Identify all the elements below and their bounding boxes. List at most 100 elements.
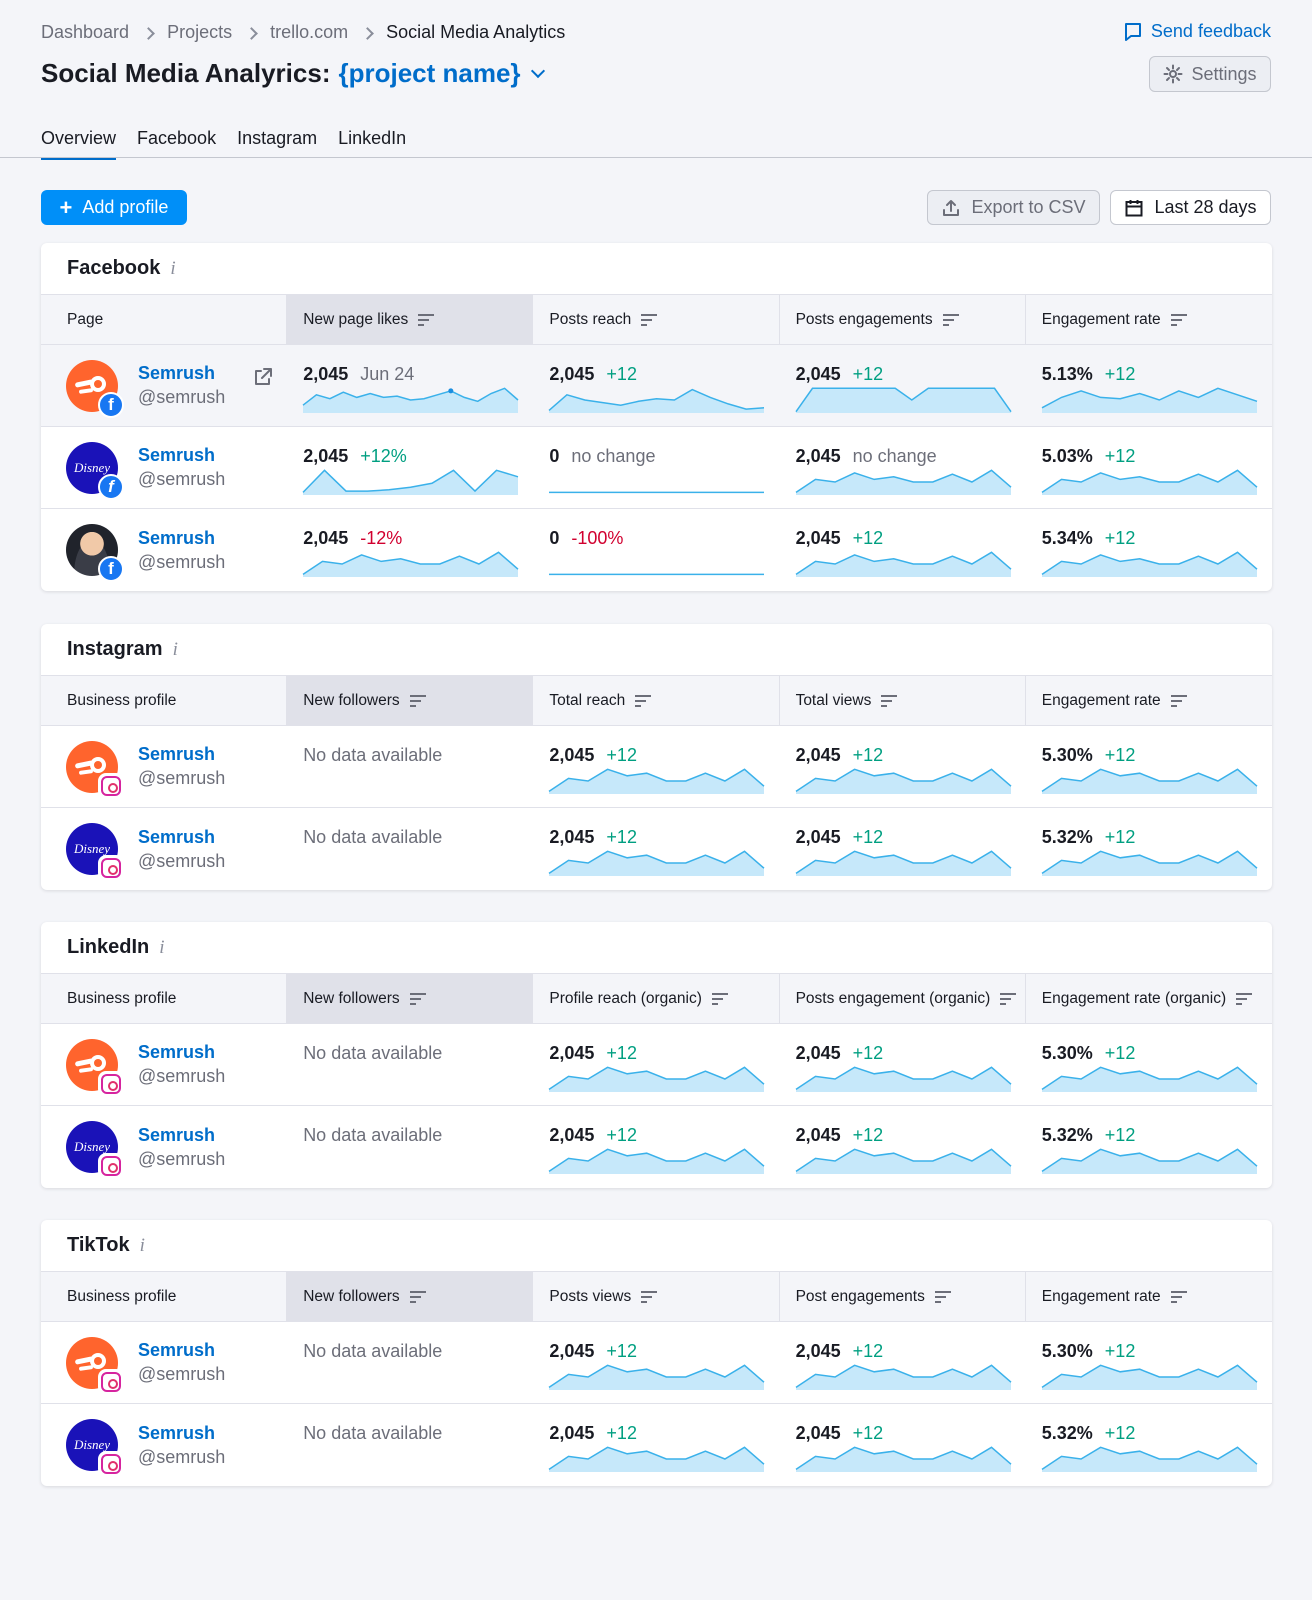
sparkline-chart[interactable]: [795, 850, 1012, 876]
sparkline-chart[interactable]: [548, 1148, 765, 1174]
sparkline-chart[interactable]: [1041, 1148, 1258, 1174]
sparkline-chart[interactable]: [549, 551, 765, 577]
sparkline-chart[interactable]: [1041, 551, 1258, 577]
profile-name-link[interactable]: Semrush: [138, 1125, 225, 1146]
metric-value: 2,045: [795, 446, 841, 466]
breadcrumb-dashboard[interactable]: Dashboard: [41, 22, 129, 43]
column-header[interactable]: Engagement rate: [1026, 295, 1272, 344]
chevron-down-icon[interactable]: [530, 63, 545, 78]
sparkline-chart[interactable]: [548, 768, 765, 794]
metric-value: 5.13%: [1041, 364, 1093, 384]
tab-facebook[interactable]: Facebook: [137, 128, 216, 160]
sparkline-chart[interactable]: [1041, 469, 1258, 495]
sort-icon[interactable]: [1170, 694, 1187, 707]
send-feedback-link[interactable]: Send feedback: [1123, 21, 1271, 42]
column-header[interactable]: New followers: [287, 676, 534, 725]
sort-icon[interactable]: [635, 694, 652, 707]
breadcrumb-projects[interactable]: Projects: [167, 22, 232, 43]
metric-delta: +12: [852, 827, 884, 847]
info-icon[interactable]: i: [173, 639, 178, 661]
column-header[interactable]: New page likes: [287, 295, 534, 344]
tab-linkedin[interactable]: LinkedIn: [338, 128, 406, 160]
sparkline-chart[interactable]: [795, 1446, 1012, 1472]
column-header[interactable]: Profile reach (organic): [533, 974, 780, 1023]
metric-delta: +12: [1104, 1423, 1136, 1443]
external-link-icon[interactable]: [253, 367, 273, 387]
sort-icon[interactable]: [409, 992, 426, 1005]
sparkline-chart[interactable]: [794, 387, 1012, 413]
sparkline-chart[interactable]: [548, 1364, 765, 1390]
sort-icon[interactable]: [1236, 992, 1253, 1005]
sort-icon[interactable]: [1170, 313, 1187, 326]
column-header[interactable]: Total reach: [533, 676, 780, 725]
sparkline-chart[interactable]: [548, 387, 765, 413]
profile-cell: Semrush @semrush: [41, 1322, 287, 1403]
date-range-button[interactable]: Last 28 days: [1110, 190, 1271, 225]
sort-icon[interactable]: [409, 694, 426, 707]
sparkline-chart[interactable]: [549, 469, 765, 495]
profile-name-link[interactable]: Semrush: [138, 827, 225, 848]
sparkline-chart[interactable]: [1041, 1066, 1258, 1092]
profile-name-link[interactable]: Semrush: [138, 1340, 225, 1361]
sparkline-marker[interactable]: [448, 388, 454, 394]
profile-name-link[interactable]: Semrush: [138, 744, 225, 765]
sort-icon[interactable]: [1000, 992, 1017, 1005]
sparkline-chart[interactable]: [302, 551, 519, 577]
sort-icon[interactable]: [711, 992, 728, 1005]
project-selector[interactable]: {project name}: [338, 58, 520, 89]
column-header[interactable]: Posts engagements: [780, 295, 1026, 344]
column-header[interactable]: Total views: [780, 676, 1026, 725]
sparkline-chart[interactable]: [795, 469, 1012, 495]
column-header[interactable]: Engagement rate (organic): [1026, 974, 1272, 1023]
column-header[interactable]: Posts views: [533, 1272, 780, 1321]
info-icon[interactable]: i: [140, 1235, 145, 1257]
sparkline-chart[interactable]: [795, 1364, 1012, 1390]
column-header[interactable]: Engagement rate: [1026, 1272, 1272, 1321]
column-header[interactable]: Posts reach: [533, 295, 780, 344]
info-icon[interactable]: i: [170, 258, 175, 280]
sort-icon[interactable]: [418, 313, 435, 326]
column-header[interactable]: New followers: [287, 1272, 534, 1321]
sort-icon[interactable]: [641, 313, 658, 326]
breadcrumb-domain[interactable]: trello.com: [270, 22, 348, 43]
column-header[interactable]: New followers: [287, 974, 534, 1023]
sparkline-chart[interactable]: [1041, 850, 1258, 876]
column-header[interactable]: Posts engagement (organic): [780, 974, 1026, 1023]
column-header-label: Engagement rate: [1041, 310, 1161, 328]
profile-name-link[interactable]: Semrush: [138, 528, 225, 549]
sparkline-chart[interactable]: [302, 387, 519, 413]
person-photo: f: [66, 524, 124, 582]
sparkline-chart[interactable]: [1041, 1364, 1258, 1390]
sparkline-chart[interactable]: [548, 1446, 765, 1472]
info-icon[interactable]: i: [159, 937, 164, 959]
metric-delta: -100%: [571, 528, 624, 548]
sparkline-chart[interactable]: [1041, 387, 1257, 413]
profile-name-link[interactable]: Semrush: [138, 363, 225, 384]
table-row: Semrush @semrush No data available 2,045 +12…: [41, 726, 1272, 808]
sort-icon[interactable]: [641, 1290, 658, 1303]
sort-icon[interactable]: [942, 313, 959, 326]
settings-button[interactable]: Settings: [1149, 56, 1271, 92]
column-header[interactable]: Engagement rate: [1026, 676, 1272, 725]
add-profile-button[interactable]: + Add profile: [41, 190, 187, 225]
export-csv-button[interactable]: Export to CSV: [927, 190, 1100, 225]
sparkline-chart[interactable]: [795, 551, 1012, 577]
sparkline-chart[interactable]: [795, 1148, 1012, 1174]
column-header[interactable]: Post engagements: [780, 1272, 1026, 1321]
sparkline-chart[interactable]: [548, 850, 765, 876]
sort-icon[interactable]: [934, 1290, 951, 1303]
sort-icon[interactable]: [409, 1290, 426, 1303]
sparkline-chart[interactable]: [1041, 1446, 1258, 1472]
sparkline-chart[interactable]: [302, 469, 519, 495]
sort-icon[interactable]: [881, 694, 898, 707]
sparkline-chart[interactable]: [795, 1066, 1012, 1092]
sort-icon[interactable]: [1170, 1290, 1187, 1303]
profile-name-link[interactable]: Semrush: [138, 1042, 225, 1063]
sparkline-chart[interactable]: [795, 768, 1012, 794]
sparkline-chart[interactable]: [548, 1066, 765, 1092]
sparkline-chart[interactable]: [1041, 768, 1258, 794]
tab-overview[interactable]: Overview: [41, 128, 117, 160]
tab-instagram[interactable]: Instagram: [237, 128, 317, 160]
profile-name-link[interactable]: Semrush: [138, 1423, 225, 1444]
profile-name-link[interactable]: Semrush: [138, 445, 225, 466]
